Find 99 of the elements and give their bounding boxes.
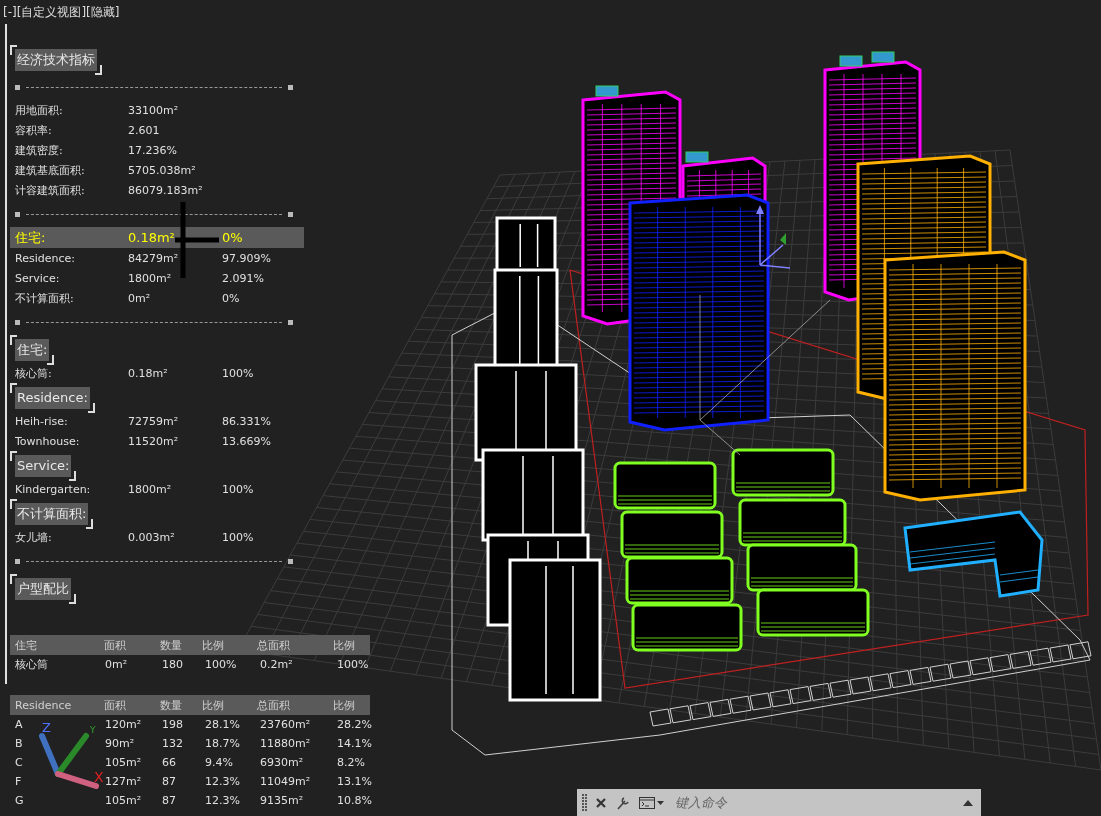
row-value: 0.18m² bbox=[128, 366, 169, 380]
table-cell-text: 11880m² bbox=[260, 737, 312, 750]
row-value: 100% bbox=[222, 482, 255, 496]
table-cell-text: C bbox=[14, 756, 24, 769]
row-value: 33100m² bbox=[128, 103, 180, 117]
table-cell-text: G bbox=[14, 794, 25, 807]
table-cell-text: 198 bbox=[162, 718, 184, 731]
table-cell-text: 13.1% bbox=[337, 775, 373, 788]
table-cell-text: 132 bbox=[162, 737, 184, 750]
command-line-field[interactable]: 键入命令 bbox=[577, 789, 981, 816]
row-value: 100% bbox=[222, 366, 255, 380]
row-label: Kindergarten: bbox=[15, 482, 92, 496]
section-heading: 经济技术指标 bbox=[10, 45, 102, 75]
row-value: 84279m² bbox=[128, 251, 180, 265]
table-cell-text: 8.2% bbox=[337, 756, 366, 769]
section-heading: Service: bbox=[10, 451, 77, 481]
table-cell-text: 100% bbox=[205, 658, 238, 671]
row-value: 11520m² bbox=[128, 434, 180, 448]
row-label: 不计算面积: bbox=[15, 290, 75, 306]
row-value: 97.909% bbox=[222, 251, 272, 265]
column-header: 总面积 bbox=[256, 697, 291, 713]
row-value: 86079.183m² bbox=[128, 183, 204, 197]
table-cell-text: 10.8% bbox=[337, 794, 373, 807]
table-cell-text: 105m² bbox=[105, 794, 143, 807]
row-label: Townhouse: bbox=[15, 434, 81, 448]
table-cell-text: 87 bbox=[162, 794, 177, 807]
row-value: 5705.038m² bbox=[128, 163, 197, 177]
terminal-dropdown-icon[interactable] bbox=[639, 795, 665, 810]
table-cell-text: 105m² bbox=[105, 756, 143, 769]
column-header: 数量 bbox=[159, 697, 183, 713]
row-value: 0.003m² bbox=[128, 530, 176, 544]
row-label: Heih-rise: bbox=[15, 414, 69, 428]
table-cell-text: 12.3% bbox=[205, 775, 241, 788]
section-heading: 住宅: bbox=[10, 335, 55, 365]
row-value: 1800m² bbox=[128, 271, 173, 285]
column-header: 比例 bbox=[332, 637, 356, 653]
caret-up-icon[interactable] bbox=[963, 798, 973, 807]
table-cell-text: 0m² bbox=[105, 658, 129, 671]
row-value: 2.091% bbox=[222, 271, 265, 285]
table-cell-text: 9.4% bbox=[205, 756, 234, 769]
table-cell-text: 0.2m² bbox=[260, 658, 294, 671]
column-header: 比例 bbox=[202, 637, 226, 653]
row-value: 100% bbox=[222, 530, 255, 544]
row-value: 72759m² bbox=[128, 414, 180, 428]
row-label: Service: bbox=[15, 271, 61, 285]
row-value: 1800m² bbox=[128, 482, 173, 496]
close-icon[interactable] bbox=[595, 796, 607, 809]
row-value: 0m² bbox=[128, 291, 152, 305]
column-header: 总面积 bbox=[256, 637, 291, 653]
table-cell-text: B bbox=[14, 737, 24, 750]
table-cell-text: 23760m² bbox=[260, 718, 312, 731]
row-value: 2.601 bbox=[128, 123, 161, 137]
column-header: 比例 bbox=[332, 697, 356, 713]
row-label: 用地面积: bbox=[15, 102, 64, 118]
row-value: 13.669% bbox=[222, 434, 272, 448]
table-cell-text: 核心筒 bbox=[14, 657, 49, 672]
row-label: 住宅: bbox=[15, 228, 47, 247]
row-label: Residence: bbox=[15, 251, 76, 265]
table-cell-text: 100% bbox=[337, 658, 370, 671]
section-heading: 户型配比 bbox=[10, 574, 76, 604]
row-label: 建筑密度: bbox=[15, 142, 64, 158]
row-label: 计容建筑面积: bbox=[15, 182, 86, 198]
table-cell-text: 18.7% bbox=[205, 737, 241, 750]
row-label: 女儿墙: bbox=[15, 529, 53, 545]
table-cell-text: 12.3% bbox=[205, 794, 241, 807]
table-cell-text: 87 bbox=[162, 775, 177, 788]
column-header: 比例 bbox=[202, 697, 226, 713]
row-value: 0% bbox=[222, 230, 244, 245]
command-input[interactable]: 键入命令 bbox=[673, 794, 955, 811]
table-cell-text: 120m² bbox=[105, 718, 143, 731]
column-header: 数量 bbox=[159, 637, 183, 653]
section-heading: Residence: bbox=[10, 383, 95, 413]
wrench-icon[interactable] bbox=[615, 794, 631, 811]
table-cell-text: 66 bbox=[162, 756, 177, 769]
table-cell-text: 90m² bbox=[105, 737, 136, 750]
table-cell-text: 6930m² bbox=[260, 756, 305, 769]
grip-icon[interactable] bbox=[582, 792, 587, 813]
row-value: 0% bbox=[222, 291, 241, 305]
table-cell-text: 9135m² bbox=[260, 794, 305, 807]
table-cell-text: 28.2% bbox=[337, 718, 373, 731]
table-cell-text: A bbox=[14, 718, 24, 731]
column-header: 住宅 bbox=[14, 637, 38, 653]
column-header: Residence bbox=[14, 698, 73, 712]
row-label: 建筑基底面积: bbox=[15, 162, 86, 178]
table-cell-text: 14.1% bbox=[337, 737, 373, 750]
table-cell-text: 28.1% bbox=[205, 718, 241, 731]
table-cell-text: F bbox=[14, 775, 23, 788]
viewport-controls-link[interactable]: [-][自定义视图][隐藏] bbox=[0, 0, 120, 24]
row-label: 核心筒: bbox=[15, 365, 53, 381]
row-label: 容积率: bbox=[15, 122, 53, 138]
table-cell-text: 127m² bbox=[105, 775, 143, 788]
row-value: 17.236% bbox=[128, 143, 178, 157]
table-cell-text: 180 bbox=[162, 658, 184, 671]
section-heading: 不计算面积: bbox=[10, 499, 94, 529]
column-header: 面积 bbox=[103, 637, 127, 653]
row-value: 86.331% bbox=[222, 414, 272, 428]
table-cell-text: 11049m² bbox=[260, 775, 312, 788]
column-header: 面积 bbox=[103, 697, 127, 713]
row-value: 0.18m² bbox=[128, 230, 176, 245]
